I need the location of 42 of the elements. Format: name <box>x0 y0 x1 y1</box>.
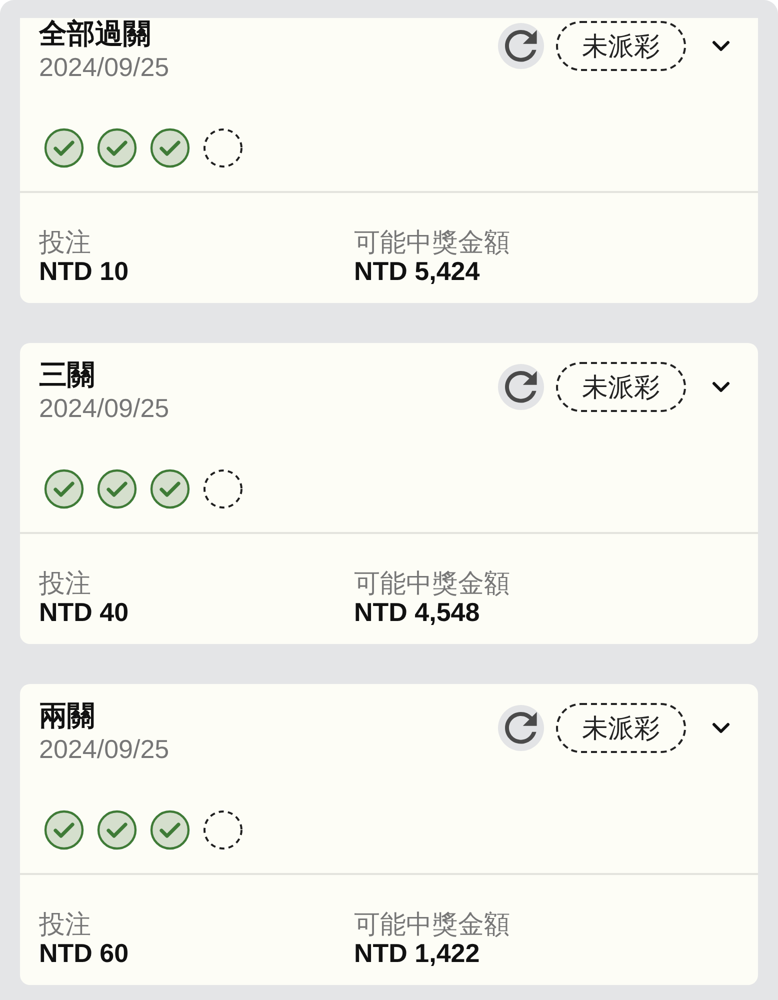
check-circle-icon <box>44 469 84 509</box>
chevron-down-icon <box>712 722 730 734</box>
refresh-button[interactable] <box>498 705 544 751</box>
dashed-circle-icon <box>203 128 243 168</box>
check-circle-icon <box>44 128 84 168</box>
check-circle-icon <box>44 810 84 850</box>
payout-amount: NTD 1,422 <box>354 939 480 967</box>
stake-amount: NTD 40 <box>39 598 129 626</box>
bet-title: 全部過關 <box>39 18 151 51</box>
payout-amount: NTD 5,424 <box>354 257 480 285</box>
check-circle-icon <box>150 810 190 850</box>
refresh-icon <box>505 30 537 62</box>
stake-label: 投注 <box>39 227 91 257</box>
refresh-icon <box>505 371 537 403</box>
check-circle-icon <box>97 469 137 509</box>
stake-amount: NTD 10 <box>39 257 129 285</box>
stake-label: 投注 <box>39 909 91 939</box>
chevron-down-icon <box>712 381 730 393</box>
bet-title: 三關 <box>39 358 95 392</box>
chevron-down-icon <box>712 40 730 52</box>
bet-date: 2024/09/25 <box>39 393 170 423</box>
status-badge: 未派彩 <box>556 362 686 412</box>
stake-amount: NTD 60 <box>39 939 129 967</box>
check-circle-icon <box>97 810 137 850</box>
bet-date: 2024/09/25 <box>39 734 170 764</box>
refresh-icon <box>505 712 537 744</box>
payout-amount: NTD 4,548 <box>354 598 480 626</box>
bet-date: 2024/09/25 <box>39 52 170 82</box>
bet-title: 兩關 <box>39 699 95 733</box>
dashed-circle-icon <box>203 469 243 509</box>
status-badge: 未派彩 <box>556 703 686 753</box>
payout-label: 可能中獎金額 <box>354 909 510 939</box>
stake-label: 投注 <box>39 568 91 598</box>
check-circle-icon <box>97 128 137 168</box>
payout-label: 可能中獎金額 <box>354 568 510 598</box>
check-circle-icon <box>150 469 190 509</box>
status-badge: 未派彩 <box>556 21 686 71</box>
payout-label: 可能中獎金額 <box>354 227 510 257</box>
dashed-circle-icon <box>203 810 243 850</box>
check-circle-icon <box>150 128 190 168</box>
refresh-button[interactable] <box>498 23 544 69</box>
refresh-button[interactable] <box>498 364 544 410</box>
